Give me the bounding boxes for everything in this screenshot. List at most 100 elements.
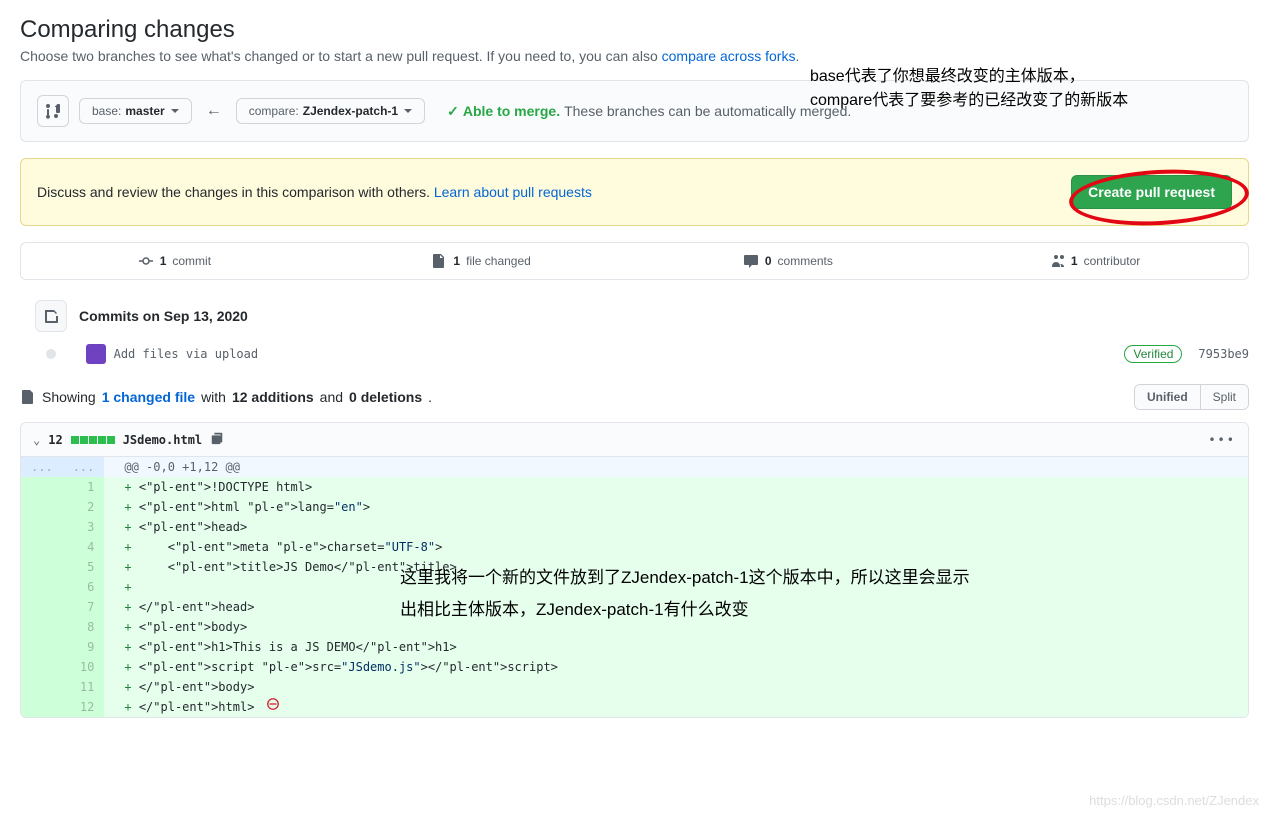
- diff-line: 3+ <"pl-ent">head>: [21, 517, 1248, 537]
- filename[interactable]: JSdemo.html: [123, 433, 202, 447]
- with-text: with: [201, 389, 226, 405]
- annotation-line2: compare代表了要参考的已经改变了的新版本: [810, 89, 1128, 113]
- new-line-num: 11: [63, 677, 105, 697]
- stats-row: 1 commit 1 file changed 0 comments 1 con…: [20, 242, 1249, 280]
- old-line-num: [21, 677, 63, 697]
- diff-stat-blocks: [71, 436, 115, 444]
- subtitle-text: Choose two branches to see what's change…: [20, 48, 662, 64]
- changed-files-link[interactable]: 1 changed file: [102, 389, 195, 405]
- diff-summary: Showing 1 changed file with 12 additions…: [20, 389, 432, 405]
- base-value: master: [125, 104, 164, 118]
- diff-line: 1+ <"pl-ent">!DOCTYPE html>: [21, 477, 1248, 497]
- commits-label: commit: [172, 254, 211, 268]
- old-line-num: [21, 577, 63, 597]
- file-diff-icon: [20, 389, 36, 405]
- no-newline-icon: [266, 697, 280, 711]
- create-pull-request-button[interactable]: Create pull request: [1071, 175, 1232, 209]
- code-line: + </"pl-ent">body>: [104, 677, 1248, 697]
- stat-files[interactable]: 1 file changed: [328, 243, 635, 279]
- verified-badge[interactable]: Verified: [1124, 345, 1182, 363]
- base-branch-button[interactable]: base: master: [79, 98, 192, 124]
- compare-value: ZJendex-patch-1: [303, 104, 398, 118]
- code-line: + <"pl-ent">html "pl-e">lang="en">: [104, 497, 1248, 517]
- commits-timeline: Commits on Sep 13, 2020 Add files via up…: [20, 300, 1249, 364]
- kebab-menu-icon[interactable]: •••: [1208, 433, 1236, 447]
- discuss-text: Discuss and review the changes in this c…: [37, 184, 592, 200]
- timeline-dot: [46, 349, 56, 359]
- and-text: and: [320, 389, 343, 405]
- code-line: + </"pl-ent">html>: [104, 697, 1248, 717]
- unified-button[interactable]: Unified: [1135, 385, 1201, 409]
- commits-count: 1: [160, 254, 167, 268]
- subtitle-post: .: [795, 48, 799, 64]
- stat-commits[interactable]: 1 commit: [21, 243, 328, 279]
- new-line-num: 8: [63, 617, 105, 637]
- old-line-num: [21, 597, 63, 617]
- showing-text: Showing: [42, 389, 96, 405]
- merge-able-text: Able to merge.: [463, 103, 560, 119]
- caret-icon: [404, 109, 412, 113]
- old-line-num: [21, 657, 63, 677]
- commit-message[interactable]: Add files via upload: [114, 347, 1125, 361]
- files-label: file changed: [466, 254, 531, 268]
- diff-view-toggle: Unified Split: [1134, 384, 1249, 410]
- avatar[interactable]: [86, 344, 106, 364]
- base-label: base:: [92, 104, 121, 118]
- compare-branch-button[interactable]: compare: ZJendex-patch-1: [236, 98, 425, 124]
- new-line-num: 5: [63, 557, 105, 577]
- diff-line: 11+ </"pl-ent">body>: [21, 677, 1248, 697]
- annotation-line1: base代表了你想最终改变的主体版本，: [810, 65, 1128, 89]
- branch-annotation: base代表了你想最终改变的主体版本， compare代表了要参考的已经改变了的…: [810, 65, 1128, 113]
- hunk-header: ...... @@ -0,0 +1,12 @@: [21, 457, 1248, 477]
- chevron-down-icon[interactable]: ⌄: [33, 433, 40, 447]
- diff-line: 4+ <"pl-ent">meta "pl-e">charset="UTF-8"…: [21, 537, 1248, 557]
- merge-msg: These branches can be automatically merg…: [564, 103, 851, 119]
- repo-push-icon: [35, 300, 67, 332]
- git-compare-icon: [45, 103, 61, 119]
- hunk-text: @@ -0,0 +1,12 @@: [104, 457, 1248, 477]
- code-line: + <"pl-ent">!DOCTYPE html>: [104, 477, 1248, 497]
- comments-count: 0: [765, 254, 772, 268]
- diff-header-row: Showing 1 changed file with 12 additions…: [20, 384, 1249, 410]
- compare-icon[interactable]: [37, 95, 69, 127]
- diff-annotation: 这里我将一个新的文件放到了ZJendex-patch-1这个版本中，所以这里会显…: [400, 562, 970, 627]
- old-line-num: [21, 697, 63, 717]
- code-line: + <"pl-ent">meta "pl-e">charset="UTF-8">: [104, 537, 1248, 557]
- new-line-num: 2: [63, 497, 105, 517]
- commit-icon: [138, 253, 154, 269]
- contributors-label: contributor: [1084, 254, 1141, 268]
- diff-line: 10+ <"pl-ent">script "pl-e">src="JSdemo.…: [21, 657, 1248, 677]
- new-line-num: 1: [63, 477, 105, 497]
- split-button[interactable]: Split: [1201, 385, 1248, 409]
- old-line-num: [21, 617, 63, 637]
- compare-label: compare:: [249, 104, 299, 118]
- new-line-num: 12: [63, 697, 105, 717]
- code-line: + <"pl-ent">script "pl-e">src="JSdemo.js…: [104, 657, 1248, 677]
- stat-comments[interactable]: 0 comments: [635, 243, 942, 279]
- old-line-num: [21, 637, 63, 657]
- new-line-num: 7: [63, 597, 105, 617]
- old-line-num: [21, 497, 63, 517]
- stat-contributors[interactable]: 1 contributor: [941, 243, 1248, 279]
- new-line-num: 4: [63, 537, 105, 557]
- diff-annotation-line1: 这里我将一个新的文件放到了ZJendex-patch-1这个版本中，所以这里会显…: [400, 562, 970, 594]
- code-line: + <"pl-ent">head>: [104, 517, 1248, 537]
- new-line-num: 9: [63, 637, 105, 657]
- commit-sha[interactable]: 7953be9: [1198, 347, 1249, 361]
- diff-line: 2+ <"pl-ent">html "pl-e">lang="en">: [21, 497, 1248, 517]
- new-line-num: 6: [63, 577, 105, 597]
- compare-forks-link[interactable]: compare across forks: [662, 48, 796, 64]
- learn-pr-link[interactable]: Learn about pull requests: [434, 184, 592, 200]
- file-header: ⌄ 12 JSdemo.html •••: [21, 423, 1248, 457]
- diff-count: 12: [48, 433, 62, 447]
- discuss-banner: Discuss and review the changes in this c…: [20, 158, 1249, 226]
- commit-date: Commits on Sep 13, 2020: [79, 308, 248, 324]
- page-title: Comparing changes: [20, 16, 1249, 44]
- merge-status: ✓ Able to merge. These branches can be a…: [447, 103, 851, 120]
- copy-icon[interactable]: [210, 431, 224, 448]
- old-line-num: [21, 517, 63, 537]
- files-count: 1: [453, 254, 460, 268]
- discuss-text-content: Discuss and review the changes in this c…: [37, 184, 434, 200]
- comment-icon: [743, 253, 759, 269]
- check-icon: ✓: [447, 103, 459, 120]
